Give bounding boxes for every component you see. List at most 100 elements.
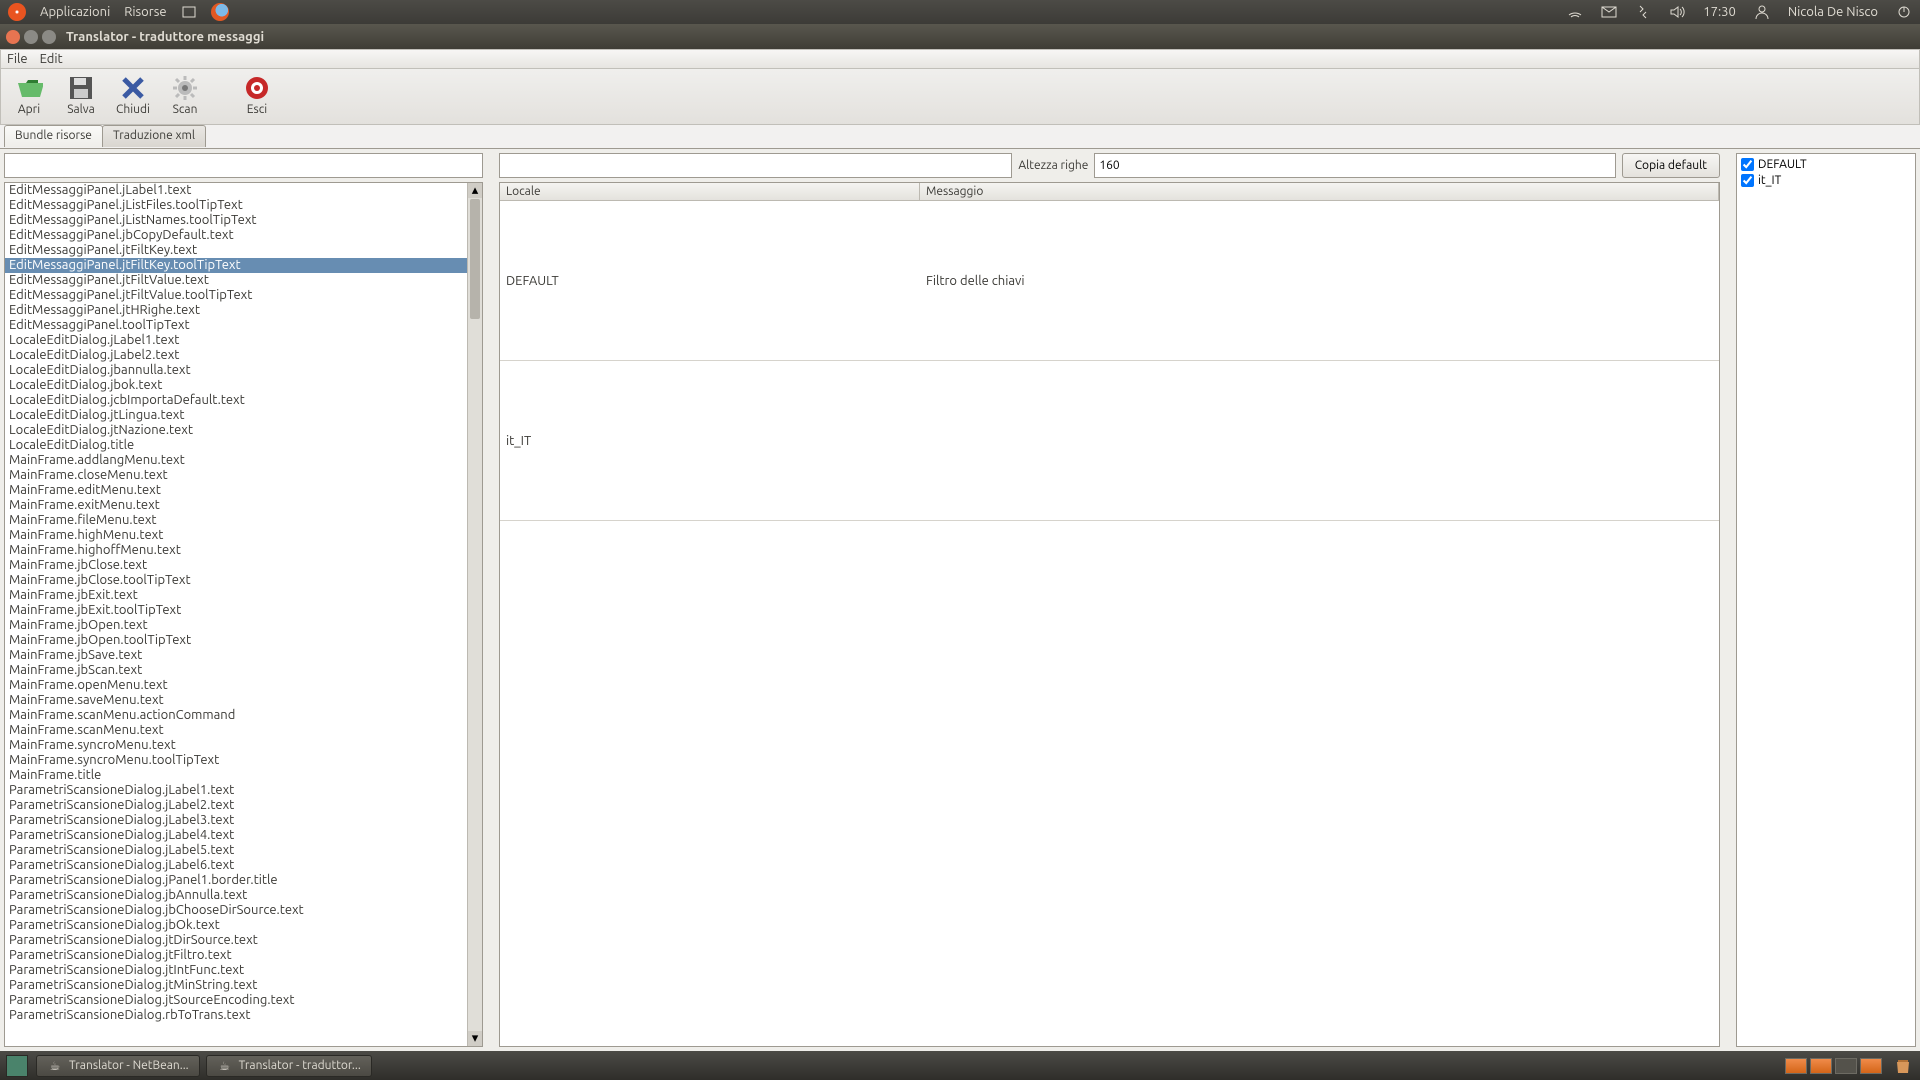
trash-icon[interactable] [1892, 1055, 1914, 1077]
key-list-item[interactable]: EditMessaggiPanel.jtFiltValue.toolTipTex… [5, 288, 467, 303]
splitter-left[interactable] [487, 149, 495, 1051]
resources-menu[interactable]: Risorse [124, 5, 166, 19]
scrollbar-vertical[interactable]: ▴ ▾ [467, 183, 482, 1046]
key-list-item[interactable]: EditMessaggiPanel.jtHRighe.text [5, 303, 467, 318]
key-list-item[interactable]: ParametriScansioneDialog.jPanel1.border.… [5, 873, 467, 888]
scroll-up-button[interactable]: ▴ [468, 183, 482, 198]
volume-icon[interactable] [1669, 4, 1685, 20]
key-list-item[interactable]: MainFrame.openMenu.text [5, 678, 467, 693]
key-list-item[interactable]: ParametriScansioneDialog.jLabel2.text [5, 798, 467, 813]
locale-item[interactable]: DEFAULT [1741, 156, 1911, 172]
network-icon[interactable] [1567, 4, 1583, 20]
save-button[interactable]: Salva [59, 73, 103, 124]
window-close-button[interactable] [6, 30, 20, 44]
tab-bundle-risorse[interactable]: Bundle risorse [4, 125, 103, 147]
key-list-item[interactable]: LocaleEditDialog.jbannulla.text [5, 363, 467, 378]
window-indicator-icon[interactable] [181, 4, 197, 20]
key-list-item[interactable]: ParametriScansioneDialog.jLabel3.text [5, 813, 467, 828]
key-list[interactable]: EditMessaggiPanel.jLabel1.textEditMessag… [5, 183, 467, 1046]
locale-checkbox[interactable] [1741, 174, 1754, 187]
key-list-item[interactable]: EditMessaggiPanel.jListFiles.toolTipText [5, 198, 467, 213]
cell-locale[interactable]: DEFAULT [500, 201, 920, 360]
key-list-item[interactable]: MainFrame.jbOpen.toolTipText [5, 633, 467, 648]
table-row[interactable]: DEFAULTFiltro delle chiavi [500, 201, 1719, 361]
cell-message[interactable]: Filtro delle chiavi [920, 201, 1719, 360]
key-list-item[interactable]: MainFrame.closeMenu.text [5, 468, 467, 483]
key-filter-input[interactable] [4, 153, 483, 178]
open-button[interactable]: Apri [7, 73, 51, 124]
key-list-item[interactable]: EditMessaggiPanel.jListNames.toolTipText [5, 213, 467, 228]
taskbar-item-netbeans[interactable]: ☕ Translator - NetBean... [36, 1055, 200, 1077]
window-titlebar[interactable]: Translator - traduttore messaggi [0, 24, 1920, 49]
key-list-item[interactable]: MainFrame.addlangMenu.text [5, 453, 467, 468]
window-maximize-button[interactable] [42, 30, 56, 44]
row-height-input[interactable] [1094, 153, 1615, 178]
taskbar-item-translator[interactable]: ☕ Translator - traduttor... [206, 1055, 372, 1077]
key-list-item[interactable]: ParametriScansioneDialog.jtMinString.tex… [5, 978, 467, 993]
key-list-item[interactable]: ParametriScansioneDialog.jtDirSource.tex… [5, 933, 467, 948]
key-list-item[interactable]: ParametriScansioneDialog.jbOk.text [5, 918, 467, 933]
key-list-item[interactable]: MainFrame.jbClose.toolTipText [5, 573, 467, 588]
key-list-item[interactable]: MainFrame.jbSave.text [5, 648, 467, 663]
key-list-item[interactable]: ParametriScansioneDialog.jbAnnulla.text [5, 888, 467, 903]
key-list-item[interactable]: ParametriScansioneDialog.jtFiltro.text [5, 948, 467, 963]
menu-edit[interactable]: Edit [40, 52, 63, 66]
menu-file[interactable]: File [7, 52, 28, 66]
table-row[interactable]: it_IT [500, 361, 1719, 521]
close-button[interactable]: Chiudi [111, 73, 155, 124]
key-list-item[interactable]: MainFrame.scanMenu.text [5, 723, 467, 738]
key-list-item[interactable]: ParametriScansioneDialog.jtSourceEncodin… [5, 993, 467, 1008]
key-list-item[interactable]: MainFrame.jbOpen.text [5, 618, 467, 633]
key-list-item[interactable]: MainFrame.title [5, 768, 467, 783]
key-list-item[interactable]: MainFrame.syncroMenu.text [5, 738, 467, 753]
user-name[interactable]: Nicola De Nisco [1788, 5, 1878, 19]
column-message[interactable]: Messaggio [920, 183, 1719, 200]
show-desktop-button[interactable] [6, 1055, 28, 1077]
key-list-item[interactable]: LocaleEditDialog.jLabel2.text [5, 348, 467, 363]
copy-default-button[interactable]: Copia default [1622, 153, 1720, 178]
key-list-item[interactable]: EditMessaggiPanel.jbCopyDefault.text [5, 228, 467, 243]
column-locale[interactable]: Locale [500, 183, 920, 200]
scroll-thumb[interactable] [470, 199, 480, 319]
key-list-item[interactable]: MainFrame.jbScan.text [5, 663, 467, 678]
key-list-item[interactable]: ParametriScansioneDialog.rbToTrans.text [5, 1008, 467, 1023]
ubuntu-icon[interactable] [8, 3, 26, 21]
key-list-item[interactable]: MainFrame.syncroMenu.toolTipText [5, 753, 467, 768]
key-list-item[interactable]: MainFrame.editMenu.text [5, 483, 467, 498]
cell-message[interactable] [920, 361, 1719, 520]
key-list-item[interactable]: MainFrame.jbExit.toolTipText [5, 603, 467, 618]
key-list-item[interactable]: EditMessaggiPanel.jtFiltValue.text [5, 273, 467, 288]
window-minimize-button[interactable] [24, 30, 38, 44]
updates-icon[interactable] [1635, 4, 1651, 20]
key-list-item[interactable]: MainFrame.scanMenu.actionCommand [5, 708, 467, 723]
key-list-item[interactable]: LocaleEditDialog.title [5, 438, 467, 453]
scroll-down-button[interactable]: ▾ [468, 1031, 482, 1046]
key-list-item[interactable]: LocaleEditDialog.jbok.text [5, 378, 467, 393]
mail-icon[interactable] [1601, 4, 1617, 20]
splitter-right[interactable] [1724, 149, 1732, 1051]
workspace-2[interactable] [1810, 1058, 1832, 1074]
key-list-item[interactable]: ParametriScansioneDialog.jLabel5.text [5, 843, 467, 858]
key-list-item[interactable]: LocaleEditDialog.jLabel1.text [5, 333, 467, 348]
key-list-item[interactable]: LocaleEditDialog.jtLingua.text [5, 408, 467, 423]
key-list-item[interactable]: EditMessaggiPanel.jLabel1.text [5, 183, 467, 198]
key-list-item[interactable]: MainFrame.jbClose.text [5, 558, 467, 573]
key-list-item[interactable]: EditMessaggiPanel.toolTipText [5, 318, 467, 333]
shutdown-icon[interactable] [1896, 4, 1912, 20]
locale-item[interactable]: it_IT [1741, 172, 1911, 188]
key-list-item[interactable]: ParametriScansioneDialog.jtIntFunc.text [5, 963, 467, 978]
scan-button[interactable]: Scan [163, 73, 207, 124]
exit-button[interactable]: Esci [235, 73, 279, 124]
key-list-item[interactable]: ParametriScansioneDialog.jLabel6.text [5, 858, 467, 873]
workspace-switcher[interactable] [1785, 1058, 1882, 1074]
workspace-3[interactable] [1835, 1058, 1857, 1074]
firefox-icon[interactable] [211, 3, 229, 21]
tab-traduzione-xml[interactable]: Traduzione xml [102, 125, 206, 147]
key-list-item[interactable]: EditMessaggiPanel.jtFiltKey.text [5, 243, 467, 258]
key-list-item[interactable]: ParametriScansioneDialog.jbChooseDirSour… [5, 903, 467, 918]
key-list-item[interactable]: MainFrame.highoffMenu.text [5, 543, 467, 558]
key-list-item[interactable]: LocaleEditDialog.jcbImportaDefault.text [5, 393, 467, 408]
cell-locale[interactable]: it_IT [500, 361, 920, 520]
workspace-4[interactable] [1860, 1058, 1882, 1074]
key-list-item[interactable]: EditMessaggiPanel.jtFiltKey.toolTipText [5, 258, 467, 273]
